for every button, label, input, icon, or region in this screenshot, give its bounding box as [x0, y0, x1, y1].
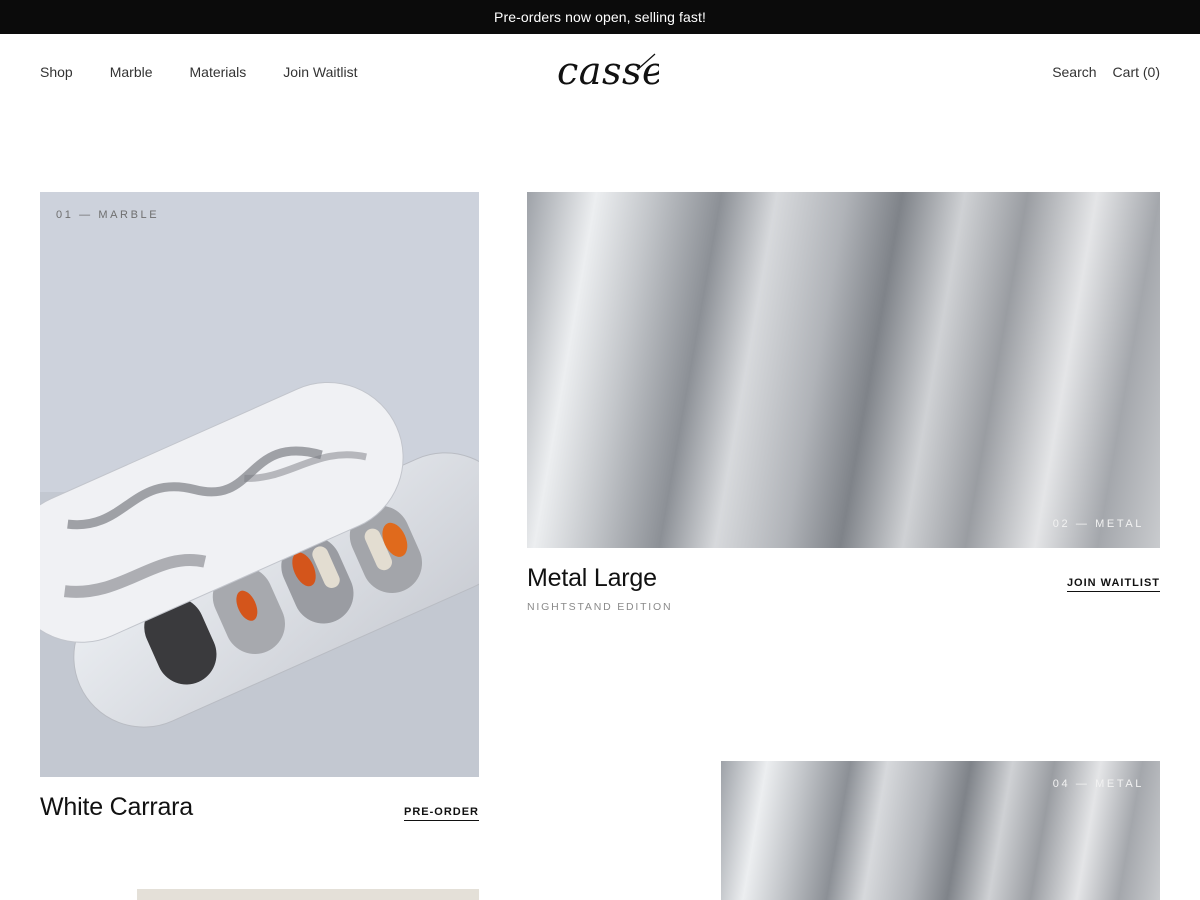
site-header: Shop Marble Materials Join Waitlist cass…	[0, 34, 1200, 110]
product-card-white-carrara[interactable]: 01 — MARBLE White Carrara PRE-ORDER	[40, 192, 479, 832]
search-link[interactable]: Search	[1052, 64, 1096, 80]
nav-materials[interactable]: Materials	[190, 64, 247, 80]
nav-shop[interactable]: Shop	[40, 64, 73, 80]
product-badge: 02 — METAL	[1052, 518, 1144, 530]
product-card-metal-04[interactable]: 04 — METAL	[721, 761, 1160, 900]
pre-order-button[interactable]: PRE-ORDER	[403, 806, 479, 821]
nav-join-waitlist[interactable]: Join Waitlist	[283, 64, 357, 80]
cart-link[interactable]: Cart (0)	[1113, 64, 1160, 80]
join-waitlist-button[interactable]: JOIN WAITLIST	[1066, 577, 1160, 592]
product-image-marble[interactable]	[40, 192, 479, 777]
product-title[interactable]: White Carrara	[40, 793, 193, 822]
marble-pill-case-illustration	[40, 192, 479, 777]
product-title[interactable]: Metal Large	[527, 564, 657, 593]
svg-text:cassel: cassel	[557, 49, 659, 92]
product-card-partial[interactable]	[137, 889, 479, 900]
announcement-bar: Pre-orders now open, selling fast!	[0, 0, 1200, 34]
logo-wordmark: cassel	[557, 49, 677, 93]
brand-logo[interactable]: cassel	[555, 40, 677, 93]
utility-nav: Search Cart (0)	[1036, 34, 1160, 110]
product-card-metal-large[interactable]: 02 — METAL Metal Large NIGHTSTAND EDITIO…	[527, 192, 1160, 617]
product-subtitle: NIGHTSTAND EDITION	[527, 601, 673, 613]
product-image-partial[interactable]	[137, 889, 479, 900]
nav-marble[interactable]: Marble	[110, 64, 153, 80]
product-image-metal[interactable]	[527, 192, 1160, 548]
product-badge: 04 — METAL	[1052, 778, 1144, 790]
announcement-text: Pre-orders now open, selling fast!	[494, 9, 706, 25]
product-badge: 01 — MARBLE	[56, 209, 160, 221]
main-nav: Shop Marble Materials Join Waitlist	[40, 34, 394, 110]
